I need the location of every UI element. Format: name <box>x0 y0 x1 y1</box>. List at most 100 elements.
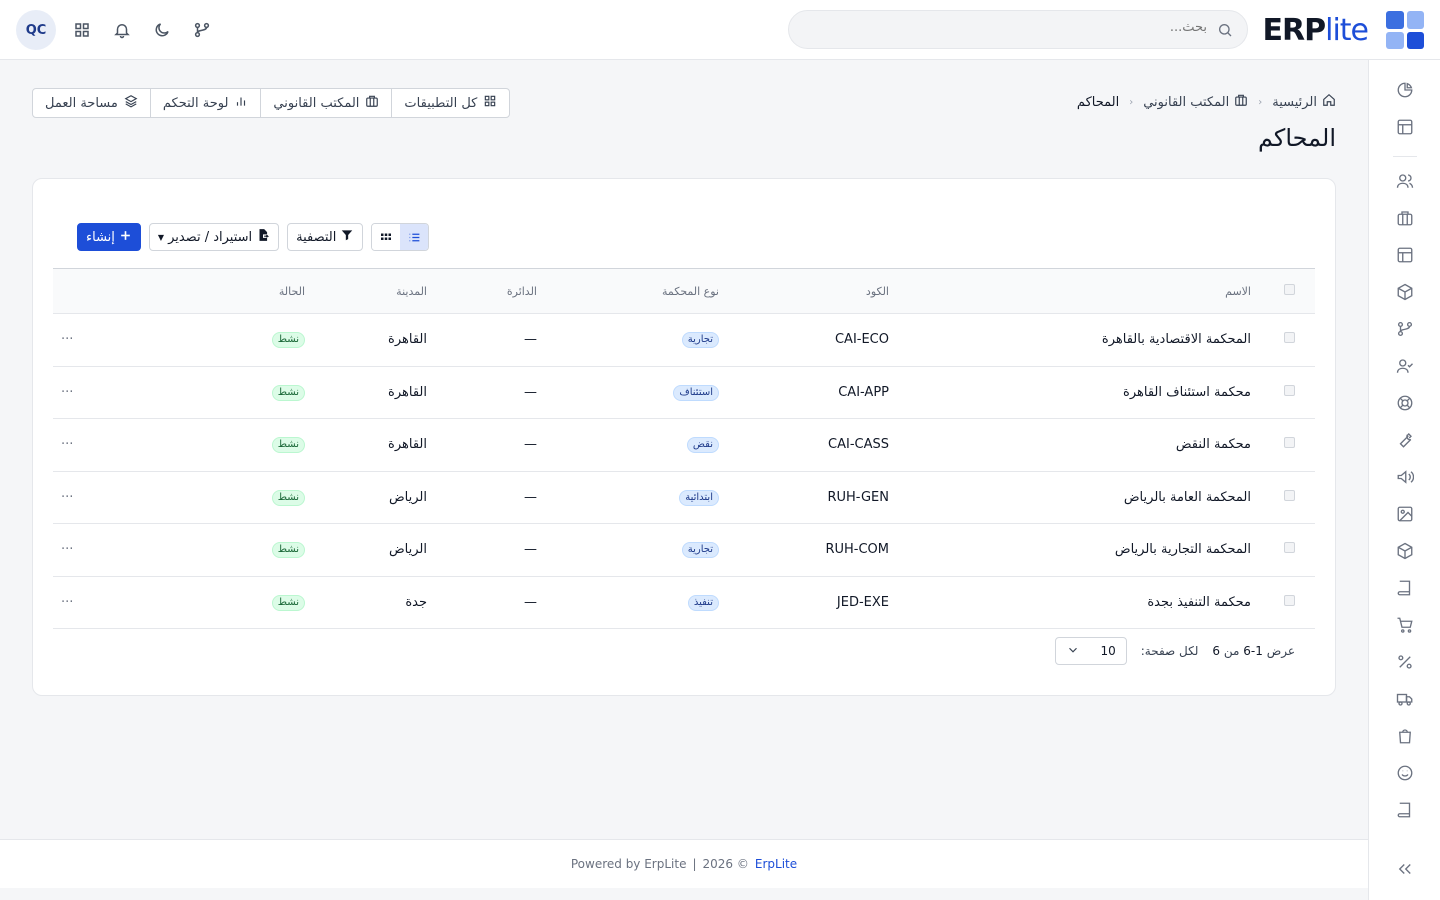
row-actions-menu[interactable]: ··· <box>61 490 73 505</box>
apps-icon[interactable] <box>68 16 96 44</box>
book-icon[interactable] <box>1395 800 1415 820</box>
sidebar-divider <box>1393 156 1417 157</box>
filter-button[interactable]: التصفية <box>287 223 364 251</box>
breadcrumb-separator: ‹ <box>1129 96 1134 108</box>
column-status[interactable]: الحالة <box>163 269 305 314</box>
row-checkbox[interactable] <box>1284 384 1295 396</box>
court-code: CAI-CASS <box>828 437 889 453</box>
table-row[interactable]: محكمة التنفيذ بجدة JED-EXE تنفيذ — جدة ن… <box>53 576 1315 629</box>
court-name[interactable]: المحكمة العامة بالرياض <box>889 471 1251 524</box>
column-name[interactable]: الاسم <box>889 269 1251 314</box>
per-page-select[interactable]: 10 <box>1054 637 1127 665</box>
breadcrumb-separator: ‹ <box>1258 96 1263 108</box>
brand-logo[interactable]: ERPlite <box>1263 11 1424 49</box>
briefcase-icon <box>365 94 379 112</box>
row-actions-menu[interactable]: ··· <box>61 385 73 400</box>
layout-icon[interactable] <box>1395 117 1415 137</box>
breadcrumb-home-label: الرئيسية <box>1272 94 1317 110</box>
footer-year: 2026 © <box>702 857 749 871</box>
search-input[interactable] <box>827 20 1207 35</box>
lifebuoy-icon[interactable] <box>1395 393 1415 413</box>
bell-icon[interactable] <box>108 16 136 44</box>
shopping-bag-icon[interactable] <box>1395 726 1415 746</box>
create-button[interactable]: إنشاء <box>77 223 141 251</box>
megaphone-icon[interactable] <box>1395 467 1415 487</box>
moon-icon[interactable] <box>148 16 176 44</box>
smile-icon[interactable] <box>1395 763 1415 783</box>
row-checkbox[interactable] <box>1284 542 1295 554</box>
row-actions-menu[interactable]: ··· <box>61 542 73 557</box>
search-box[interactable] <box>788 10 1248 49</box>
court-code: CAI-ECO <box>834 332 889 348</box>
layout-icon[interactable] <box>1395 245 1415 265</box>
quick-link-label: المكتب القانوني <box>273 95 360 111</box>
column-actions <box>53 269 163 314</box>
chevrons-left-icon[interactable] <box>1396 860 1414 882</box>
table-row[interactable]: محكمة استئناف القاهرة CAI-APP استئناف — … <box>53 366 1315 419</box>
court-city: جدة <box>405 594 427 610</box>
package-icon[interactable] <box>1395 541 1415 561</box>
users-icon[interactable] <box>1395 171 1415 191</box>
column-code[interactable]: الكود <box>719 269 889 314</box>
court-name[interactable]: محكمة استئناف القاهرة <box>889 366 1251 419</box>
court-circuit: — <box>524 384 537 400</box>
grid-view-icon[interactable] <box>372 224 401 250</box>
court-type-badge: ابتدائية <box>679 489 719 506</box>
column-city[interactable]: المدينة <box>305 269 427 314</box>
git-branch-icon[interactable] <box>1395 319 1415 339</box>
briefcase-icon[interactable] <box>1395 208 1415 228</box>
quick-link-dashboard[interactable]: لوحة التحكم <box>149 89 261 117</box>
row-checkbox[interactable] <box>1284 437 1295 449</box>
status-badge: نشط <box>271 437 305 454</box>
row-actions-menu[interactable]: ··· <box>61 437 73 452</box>
briefcase-icon <box>1234 93 1248 111</box>
table-row[interactable]: المحكمة التجارية بالرياض RUH-COM تجارية … <box>53 524 1315 577</box>
row-checkbox[interactable] <box>1284 332 1295 344</box>
court-name[interactable]: محكمة النقض <box>889 419 1251 472</box>
row-actions-menu[interactable]: ··· <box>61 595 73 610</box>
user-check-icon[interactable] <box>1395 356 1415 376</box>
home-icon <box>1322 93 1336 111</box>
table-row[interactable]: محكمة النقض CAI-CASS نقض — القاهرة نشط ·… <box>53 419 1315 472</box>
status-badge: نشط <box>271 384 305 401</box>
wrench-icon[interactable] <box>1395 430 1415 450</box>
image-icon[interactable] <box>1395 504 1415 524</box>
pie-chart-icon[interactable] <box>1395 80 1415 100</box>
git-branch-icon[interactable] <box>188 16 216 44</box>
row-checkbox[interactable] <box>1284 594 1295 606</box>
list-view-icon[interactable] <box>400 224 429 250</box>
column-court-type[interactable]: نوع المحكمة <box>537 269 719 314</box>
row-checkbox[interactable] <box>1284 489 1295 501</box>
quick-link-all-apps[interactable]: كل التطبيقات <box>391 89 509 117</box>
court-name[interactable]: المحكمة الاقتصادية بالقاهرة <box>889 314 1251 367</box>
footer-link[interactable]: ErpLite <box>755 857 797 871</box>
footer-separator: | <box>692 857 697 871</box>
plus-icon <box>119 229 132 246</box>
table-row[interactable]: المحكمة الاقتصادية بالقاهرة CAI-ECO تجار… <box>53 314 1315 367</box>
layers-icon <box>124 94 138 112</box>
breadcrumb: الرئيسية ‹ المكتب القانوني ‹ المحاكم <box>1077 93 1336 111</box>
breadcrumb-section[interactable]: المكتب القانوني <box>1143 93 1248 111</box>
truck-icon[interactable] <box>1395 689 1415 709</box>
column-circuit[interactable]: الدائرة <box>427 269 537 314</box>
court-circuit: — <box>524 542 537 558</box>
breadcrumb-current: المحاكم <box>1076 94 1120 110</box>
book-icon[interactable] <box>1395 578 1415 598</box>
select-all-checkbox[interactable] <box>1284 284 1295 295</box>
box-icon[interactable] <box>1395 282 1415 302</box>
court-name[interactable]: المحكمة التجارية بالرياض <box>889 524 1251 577</box>
table-row[interactable]: المحكمة العامة بالرياض RUH-GEN ابتدائية … <box>53 471 1315 524</box>
court-code: JED-EXE <box>836 594 889 610</box>
percent-icon[interactable] <box>1395 652 1415 672</box>
cart-icon[interactable] <box>1395 615 1415 635</box>
breadcrumb-home[interactable]: الرئيسية <box>1272 93 1336 111</box>
row-actions-menu[interactable]: ··· <box>61 332 73 347</box>
view-toggle <box>371 223 430 251</box>
list-toolbar: إنشاء استيراد / تصدير ▼ التصفية <box>77 223 430 251</box>
quick-link-legal-office[interactable]: المكتب القانوني <box>260 89 391 117</box>
court-name[interactable]: محكمة التنفيذ بجدة <box>889 576 1251 629</box>
per-page-label: لكل صفحة: <box>1140 644 1199 658</box>
quick-link-workspace[interactable]: مساحة العمل <box>33 89 150 117</box>
user-avatar[interactable]: QC <box>16 10 56 50</box>
import-export-button[interactable]: استيراد / تصدير ▼ <box>148 223 280 251</box>
